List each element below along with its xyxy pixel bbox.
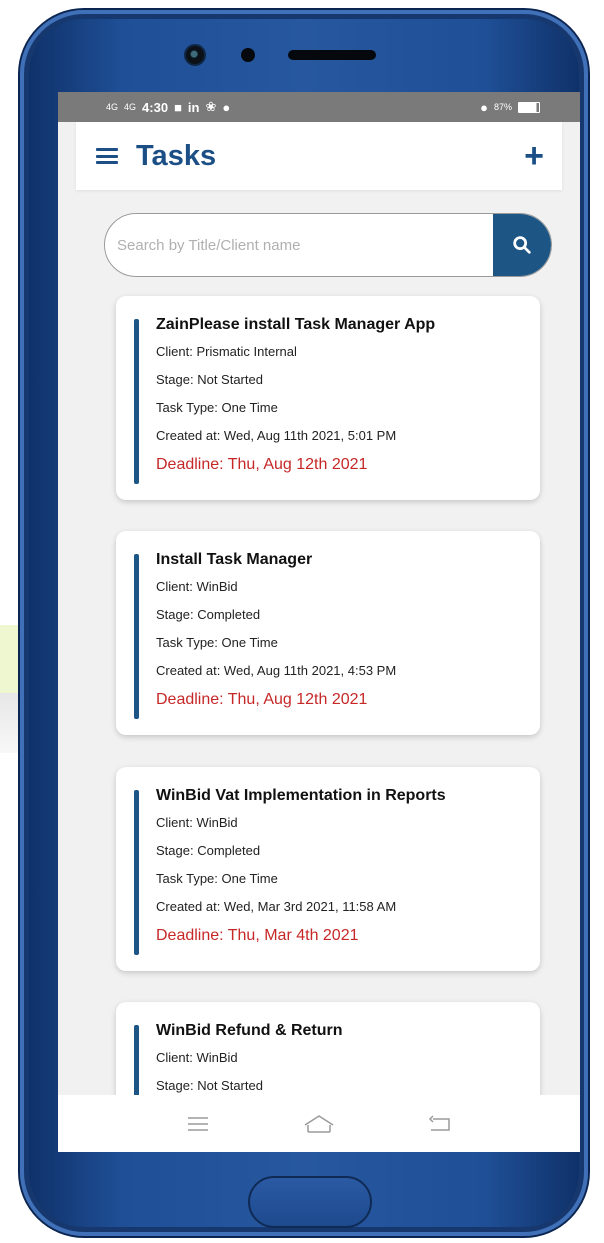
phone-frame: 4G 4G 4:30 ■ in ❀ ● ● 87% Tasks + Search… [20, 10, 588, 1236]
search-input[interactable] [105, 214, 493, 276]
task-card[interactable]: WinBid Vat Implementation in Reports Cli… [116, 767, 540, 971]
linkedin-icon: in [187, 99, 200, 115]
phone-screen: 4G 4G 4:30 ■ in ❀ ● ● 87% Tasks + Search… [58, 92, 580, 1152]
task-stage: Stage: Not Started [156, 1078, 263, 1093]
front-camera [184, 44, 206, 66]
card-accent-bar [134, 554, 139, 719]
card-accent-bar [134, 319, 139, 484]
recents-icon [188, 1116, 209, 1131]
task-type: Task Type: One Time [156, 635, 278, 650]
task-deadline: Deadline: Thu, Aug 12th 2021 [156, 691, 368, 708]
home-icon [304, 1114, 334, 1133]
system-nav-bar [58, 1095, 580, 1152]
task-client: Client: WinBid [156, 579, 238, 594]
alarm-icon: ● [480, 99, 488, 115]
task-title: ZainPlease install Task Manager App [156, 316, 436, 333]
task-card[interactable]: Install Task Manager Client: WinBid Stag… [116, 531, 540, 735]
status-right: ● 87% [480, 100, 540, 115]
task-created: Created at: Wed, Aug 11th 2021, 4:53 PM [156, 663, 397, 678]
message-icon: ■ [174, 99, 182, 115]
search-button[interactable] [493, 214, 551, 276]
signal-icon: 4G [106, 102, 119, 112]
status-left: 4G 4G 4:30 ■ in ❀ ● [106, 99, 230, 115]
card-accent-bar [134, 790, 139, 955]
app-bar: Tasks + [76, 122, 562, 190]
page-title: Tasks [136, 139, 217, 172]
back-icon [428, 1114, 450, 1131]
task-title: WinBid Refund & Return [156, 1022, 343, 1039]
task-client: Client: WinBid [156, 1050, 238, 1065]
app-bar-left: Tasks [96, 140, 216, 173]
task-card[interactable]: ZainPlease install Task Manager App Clie… [116, 296, 540, 500]
add-task-button[interactable]: + [524, 139, 544, 173]
earpiece-speaker [288, 50, 376, 60]
task-stage: Stage: Completed [156, 843, 261, 858]
task-stage: Stage: Not Started [156, 372, 263, 387]
task-client: Client: WinBid [156, 815, 238, 830]
task-title: Install Task Manager [156, 551, 313, 568]
circle-icon: ● [222, 99, 231, 115]
proximity-sensor [241, 48, 255, 62]
leaf-icon: ❀ [205, 99, 217, 114]
status-bar: 4G 4G 4:30 ■ in ❀ ● ● 87% [58, 92, 580, 122]
menu-icon[interactable] [96, 148, 118, 164]
recents-button[interactable] [178, 1104, 218, 1144]
status-time: 4:30 [142, 99, 169, 115]
task-created: Created at: Wed, Mar 3rd 2021, 11:58 AM [156, 899, 397, 914]
task-stage: Stage: Completed [156, 607, 261, 622]
battery-icon [518, 101, 540, 113]
task-type: Task Type: One Time [156, 871, 278, 886]
physical-home-button[interactable] [248, 1176, 372, 1228]
home-nav-button[interactable] [299, 1104, 339, 1144]
signal-icon: 4G [124, 102, 137, 112]
task-deadline: Deadline: Thu, Mar 4th 2021 [156, 927, 359, 944]
search-icon [513, 236, 531, 254]
task-client: Client: Prismatic Internal [156, 344, 297, 359]
task-title: WinBid Vat Implementation in Reports [156, 787, 446, 804]
task-type: Task Type: One Time [156, 400, 278, 415]
task-created: Created at: Wed, Aug 11th 2021, 5:01 PM [156, 428, 397, 443]
task-deadline: Deadline: Thu, Aug 12th 2021 [156, 456, 368, 473]
search-bar [104, 213, 552, 277]
back-button[interactable] [420, 1104, 460, 1144]
battery-percent: 87% [493, 102, 512, 112]
